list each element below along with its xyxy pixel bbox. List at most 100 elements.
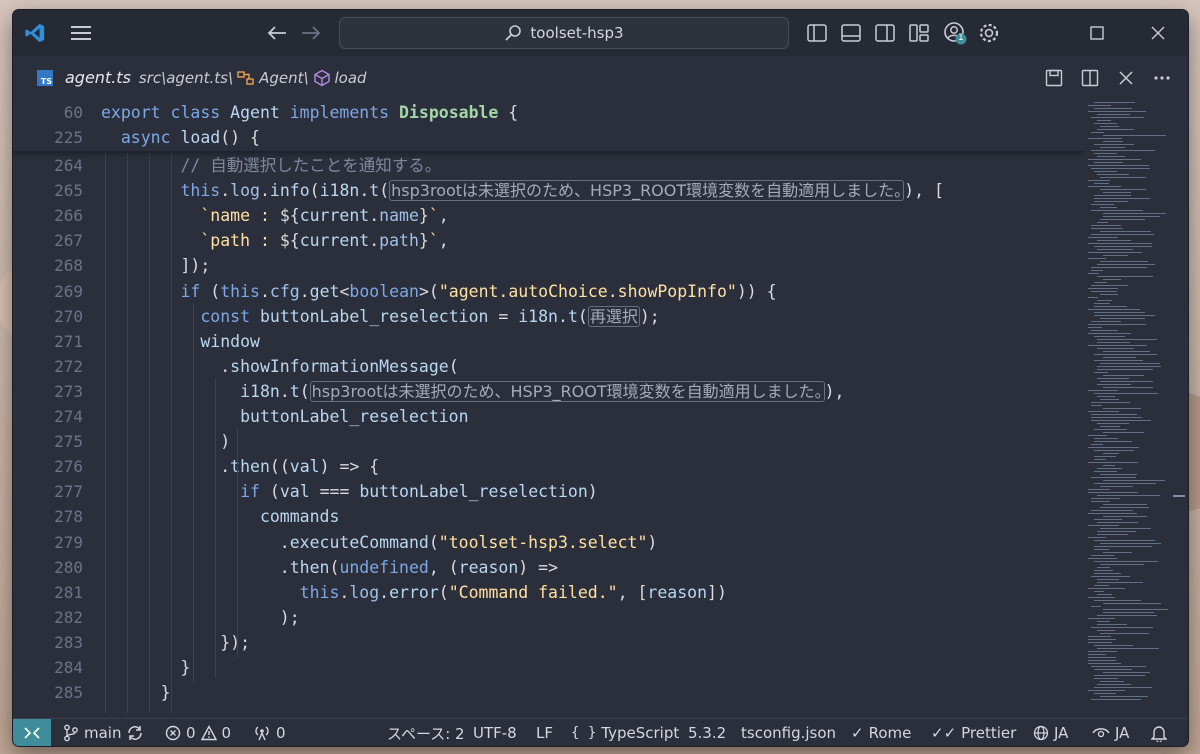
minimap-line — [1094, 591, 1105, 592]
branch-status[interactable]: main — [63, 719, 144, 746]
minimap-line — [1094, 201, 1129, 202]
code-line[interactable]: commands — [101, 504, 339, 529]
tsconfig-status[interactable]: tsconfig.json — [741, 719, 836, 746]
minimap-line — [1100, 528, 1151, 529]
minimap-line — [1091, 627, 1154, 628]
code-line[interactable]: ) — [101, 429, 230, 454]
inlay-hint[interactable]: 再選択 — [587, 305, 640, 327]
code-line[interactable]: } — [101, 680, 171, 705]
code-line[interactable]: .executeCommand("toolset-hsp3.select") — [101, 530, 658, 555]
language-mode-status[interactable]: { } TypeScript — [571, 719, 679, 746]
customize-layout-icon[interactable] — [907, 21, 931, 45]
save-icon[interactable] — [1042, 66, 1066, 90]
minimap-line — [1088, 345, 1148, 346]
minimap-line — [1097, 249, 1133, 250]
code-token: commands — [101, 507, 340, 527]
code-token: = — [488, 306, 519, 326]
code-line[interactable]: } — [101, 655, 190, 680]
locale-status-2[interactable]: JA — [1092, 719, 1129, 746]
code-line[interactable]: .showInformationMessage( — [101, 354, 458, 379]
code-line[interactable]: `path : ${current.path}`, — [101, 228, 448, 253]
code-token: ( — [210, 281, 221, 301]
prettier-status[interactable]: ✓✓ Prettier — [931, 719, 1016, 746]
code-line[interactable]: `name : ${current.name}`, — [101, 203, 449, 228]
maximize-icon[interactable] — [1085, 21, 1109, 45]
minimap-line — [1088, 537, 1106, 538]
code-token: then — [289, 557, 330, 577]
command-center-search[interactable]: toolset-hsp3 — [339, 17, 789, 49]
code-token: }); — [101, 632, 251, 652]
sticky-scroll-separator — [13, 151, 1083, 153]
code-line[interactable]: this.log.info(i18n.t(hsp3rootは未選択のため、HSP… — [101, 178, 944, 203]
code-line[interactable]: this.log.error("Command failed.", [reaso… — [101, 580, 727, 605]
minimap-line — [1091, 405, 1103, 406]
code-token: , — [438, 206, 449, 226]
accounts-icon[interactable]: 1 — [941, 21, 969, 45]
eol-status[interactable]: LF — [536, 719, 553, 746]
toggle-panel-icon[interactable] — [839, 21, 863, 45]
split-editor-icon[interactable] — [1078, 66, 1102, 90]
minimap-line — [1088, 309, 1140, 310]
minimap-line — [1100, 486, 1133, 487]
problems-status[interactable]: 0 0 — [165, 719, 231, 746]
minimap-line — [1100, 294, 1118, 295]
inlay-hint[interactable]: hsp3rootは未選択のため、HSP3_ROOT環境変数を自動適用しました。 — [389, 180, 905, 202]
remote-indicator[interactable] — [13, 719, 51, 746]
inlay-hint[interactable]: hsp3rootは未選択のため、HSP3_ROOT環境変数を自動適用しました。 — [309, 380, 825, 402]
notifications-bell-icon[interactable] — [1151, 719, 1167, 746]
ports-status[interactable]: 0 — [253, 719, 286, 746]
breadcrumb-path[interactable]: src\agent.ts\ — [139, 69, 233, 87]
code-line[interactable]: if (val === buttonLabel_reselection) — [101, 479, 598, 504]
menu-icon[interactable] — [68, 21, 94, 45]
minimap-line — [1097, 129, 1134, 130]
minimap[interactable] — [1088, 100, 1178, 716]
minimap-line — [1094, 438, 1118, 439]
code-line[interactable]: ); — [101, 605, 300, 630]
close-tab-icon[interactable] — [1114, 66, 1138, 90]
code-line[interactable]: const buttonLabel_reselection = i18n.t(再… — [101, 304, 660, 329]
indentation-status[interactable]: スペース: 2 — [387, 719, 465, 746]
code-area[interactable]: export class Agent implements Disposable… — [101, 100, 1083, 716]
code-line[interactable]: if (this.cfg.get<boolean>("agent.autoCho… — [101, 279, 776, 304]
indent-guide — [237, 428, 238, 658]
code-line[interactable]: window — [101, 329, 260, 354]
breadcrumb-class[interactable]: Agent\ — [259, 69, 308, 87]
sync-icon[interactable] — [126, 724, 144, 742]
ts-version-status[interactable]: 5.3.2 — [688, 719, 726, 746]
minimap-line — [1088, 411, 1120, 412]
breadcrumb-method[interactable]: load — [335, 69, 367, 87]
code-line[interactable]: // 自動選択したことを通知する。 — [101, 153, 441, 178]
toggle-secondary-sidebar-icon[interactable] — [873, 21, 897, 45]
back-arrow-icon[interactable] — [265, 21, 289, 45]
code-line[interactable]: async load() { — [101, 125, 260, 150]
tab-agent-ts[interactable]: agent.ts — [65, 68, 131, 87]
encoding-status[interactable]: UTF-8 — [473, 719, 517, 746]
code-editor[interactable]: 60 225 264 265 266 267 268 269 270 271 272 273 274 27… — [13, 100, 1188, 716]
rome-status[interactable]: ✓ Rome — [851, 719, 911, 746]
more-actions-icon[interactable] — [1150, 66, 1174, 90]
code-token: . — [101, 457, 231, 477]
code-token: "Command failed." — [448, 582, 618, 602]
locale-status-1[interactable]: JA — [1033, 719, 1068, 746]
minimap-line — [1097, 468, 1123, 469]
code-line[interactable]: export class Agent implements Disposable… — [101, 100, 518, 125]
vscode-logo-icon[interactable] — [23, 21, 47, 45]
close-window-icon[interactable] — [1146, 21, 1170, 45]
minimap-line — [1100, 189, 1146, 190]
line-number: 267 — [54, 231, 83, 251]
code-token: ( — [299, 381, 310, 401]
minimap-line — [1094, 441, 1133, 442]
forward-arrow-icon[interactable] — [299, 21, 323, 45]
code-token: ( — [379, 181, 390, 201]
toggle-primary-sidebar-icon[interactable] — [805, 21, 829, 45]
code-line[interactable]: ]); — [101, 253, 210, 278]
code-line[interactable]: .then((val) => { — [101, 454, 379, 479]
gear-icon[interactable] — [977, 21, 1001, 45]
code-line[interactable]: i18n.t(hsp3rootは未選択のため、HSP3_ROOT環境変数を自動適… — [101, 379, 845, 404]
code-line[interactable]: }); — [101, 630, 250, 655]
code-line[interactable]: .then(undefined, (reason) => — [101, 555, 558, 580]
code-token: ) — [587, 482, 598, 502]
minimap-line — [1094, 693, 1117, 694]
code-line[interactable]: buttonLabel_reselection — [101, 404, 469, 429]
minimap-line — [1103, 408, 1142, 409]
